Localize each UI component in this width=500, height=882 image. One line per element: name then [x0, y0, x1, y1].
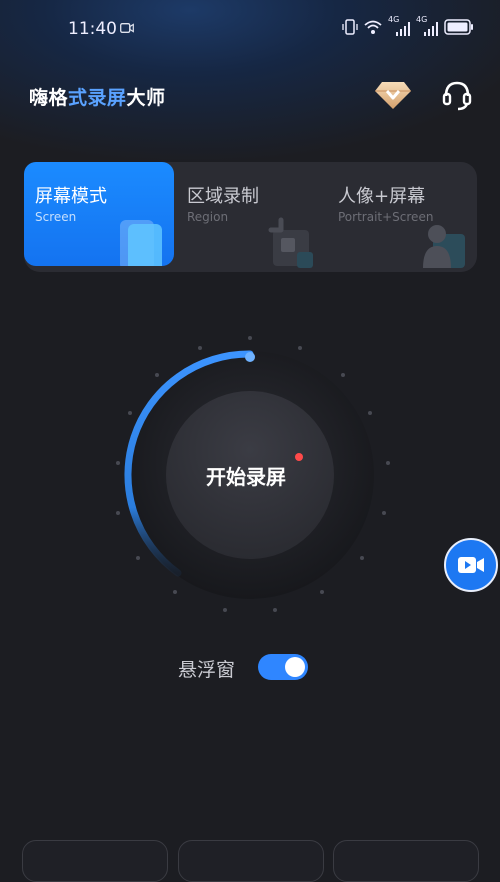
dial-progress-handle [245, 352, 255, 362]
video-camera-status-icon [120, 23, 134, 33]
app-title-part2: 式录屏 [68, 87, 127, 109]
portrait-icon [423, 225, 465, 268]
bottom-card-2[interactable] [178, 840, 324, 882]
app-title: 嗨格式录屏大师 [29, 83, 166, 110]
bottom-card-1[interactable] [22, 840, 168, 882]
diamond-icon[interactable] [374, 80, 412, 110]
floating-record-button[interactable] [444, 538, 498, 592]
status-time: 11:40 [68, 19, 117, 39]
mode-selector: 屏幕模式 Screen 区域录制 Region 人像+屏幕 Portrait+S… [24, 162, 477, 272]
status-bar: 11:40 4G 4G [0, 0, 500, 58]
mode-region[interactable]: 区域录制 Region [176, 162, 326, 272]
phone-icon [120, 220, 162, 266]
mode-screen-title: 屏幕模式 [35, 186, 107, 207]
signal-2: 4G [416, 15, 438, 36]
mode-screen[interactable]: 屏幕模式 Screen [24, 162, 174, 266]
toggle-knob [285, 657, 305, 677]
mode-portrait-screen[interactable]: 人像+屏幕 Portrait+Screen [327, 162, 477, 272]
video-camera-icon [458, 557, 484, 573]
vibrate-icon [342, 19, 358, 35]
signal-bars-icon [396, 22, 410, 36]
mode-region-subtitle: Region [187, 210, 229, 224]
mode-screen-subtitle: Screen [35, 210, 77, 224]
mode-portrait-title: 人像+屏幕 [338, 186, 426, 207]
app-title-part3: 大师 [126, 87, 166, 109]
mode-region-title: 区域录制 [187, 186, 259, 207]
app-title-part1: 嗨格 [29, 87, 69, 109]
signal-bars-icon [424, 22, 438, 36]
bottom-card-3[interactable] [333, 840, 479, 882]
start-record-label[interactable]: 开始录屏 [206, 461, 286, 490]
record-indicator-dot [295, 453, 303, 461]
signal-1: 4G [388, 15, 410, 36]
headset-icon[interactable] [441, 78, 473, 112]
floating-window-label: 悬浮窗 [178, 659, 236, 681]
battery-icon [444, 19, 473, 35]
crop-region-icon [268, 217, 313, 268]
wifi-icon [364, 20, 382, 34]
floating-window-toggle[interactable] [258, 654, 308, 680]
